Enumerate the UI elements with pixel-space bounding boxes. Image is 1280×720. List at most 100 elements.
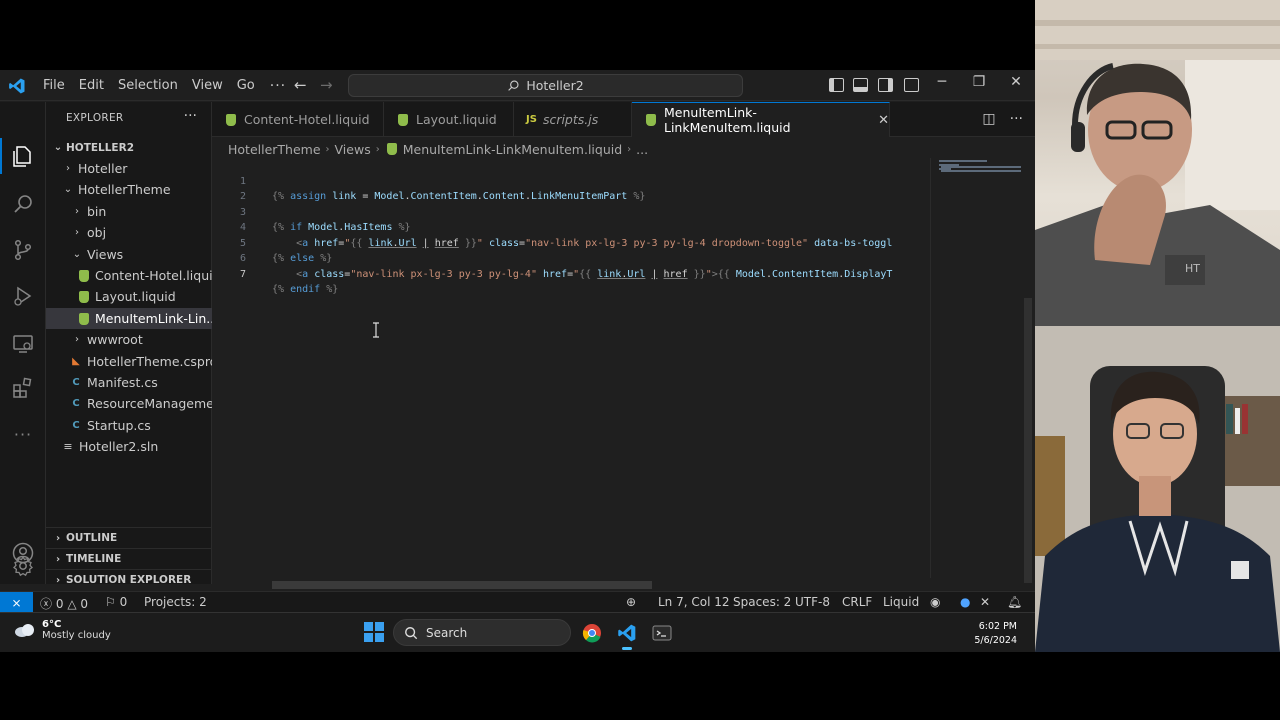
code-editor[interactable]: 1 {% assign link = Model.ContentItem.Con…: [212, 158, 930, 578]
run-debug-icon[interactable]: [9, 282, 37, 310]
minimap-line: [939, 160, 987, 162]
activity-bar: ···: [0, 102, 46, 584]
weather-widget[interactable]: 6°C Mostly cloudy: [14, 619, 111, 641]
cursor-position[interactable]: Ln 7, Col 12: [658, 595, 730, 609]
chrome-icon[interactable]: [580, 621, 604, 645]
encoding[interactable]: UTF-8: [795, 595, 830, 609]
tree-item-label: bin: [87, 204, 107, 219]
projects-indicator[interactable]: Projects: 2: [144, 595, 207, 609]
command-center-label: Hoteller2: [526, 78, 584, 93]
code-line: 7 {% endif %}: [212, 251, 930, 296]
tab-content-hotel[interactable]: Content-Hotel.liquid: [212, 102, 384, 137]
tab-layout[interactable]: Layout.liquid: [384, 102, 514, 137]
outline-panel-header[interactable]: › OUTLINE: [46, 527, 212, 548]
problems-indicator[interactable]: ⓧ 0 △ 0: [40, 595, 88, 612]
language-mode[interactable]: Liquid: [883, 595, 919, 609]
system-clock[interactable]: 6:02 PM 5/6/2024: [974, 620, 1017, 648]
toggle-primary-sidebar-icon[interactable]: [829, 78, 844, 92]
copilot-icon[interactable]: ◉: [930, 595, 940, 609]
warning-count: 0: [80, 597, 89, 611]
zoom-icon[interactable]: ⊕: [626, 595, 636, 609]
tree-item-label: Views: [87, 247, 124, 262]
windows-start-icon[interactable]: [364, 622, 384, 642]
scrollbar-thumb[interactable]: [1024, 298, 1032, 583]
tree-item-wwwroot[interactable]: › wwwroot: [46, 329, 212, 350]
vscode-window: File Edit Selection View Go ··· ← → Hote…: [0, 70, 1035, 615]
explorer-icon[interactable]: [9, 142, 37, 170]
taskbar-search[interactable]: Search: [393, 619, 571, 646]
back-arrow-icon[interactable]: ←: [294, 76, 307, 94]
tree-item-startup[interactable]: C Startup.cs: [46, 415, 212, 436]
breadcrumb-item[interactable]: ...: [636, 142, 648, 157]
tree-item-obj[interactable]: › obj: [46, 222, 212, 243]
breadcrumb-item[interactable]: Views: [335, 142, 371, 157]
vertical-scrollbar[interactable]: [1023, 158, 1033, 583]
info-indicator[interactable]: ⚐ 0: [105, 595, 127, 609]
tree-item-content-hotel[interactable]: Content-Hotel.liquid: [46, 265, 212, 286]
drop-icon[interactable]: ●: [960, 595, 970, 609]
close-icon[interactable]: ✕: [980, 595, 990, 609]
minimap-line: [941, 166, 1021, 168]
tree-item-hotellertheme[interactable]: ⌄ HotellerTheme: [46, 179, 212, 200]
manage-gear-icon[interactable]: [9, 552, 37, 580]
menu-edit[interactable]: Edit: [72, 70, 111, 101]
split-editor-icon[interactable]: ◫: [982, 111, 995, 127]
more-views-icon[interactable]: ···: [9, 420, 37, 448]
terminal-icon[interactable]: [650, 621, 674, 645]
tree-item-views[interactable]: ⌄ Views: [46, 244, 212, 265]
editor-more-icon[interactable]: ···: [1010, 111, 1023, 127]
tree-item-menuitemlink[interactable]: MenuItemLink-Lin...: [46, 308, 212, 329]
tree-item-csproj[interactable]: ◣ HotellerTheme.csproj: [46, 351, 212, 372]
menu-file[interactable]: File: [36, 70, 72, 101]
code-line: 6 <a class="nav-link px-lg-3 py-3 py-lg-…: [212, 236, 930, 280]
breadcrumb-item[interactable]: MenuItemLink-LinkMenuItem.liquid: [403, 142, 622, 157]
menu-selection[interactable]: Selection: [111, 70, 185, 101]
javascript-file-icon: JS: [526, 114, 537, 125]
tab-scripts[interactable]: JS scripts.js: [514, 102, 632, 137]
restore-icon[interactable]: ❐: [967, 74, 991, 90]
timeline-panel-header[interactable]: › TIMELINE: [46, 548, 212, 569]
end-of-line[interactable]: CRLF: [842, 595, 872, 609]
menu-go[interactable]: Go: [230, 70, 262, 101]
tree-item-bin[interactable]: › bin: [46, 201, 212, 222]
notifications-bell-icon[interactable]: 🔔︎: [1007, 595, 1022, 609]
remote-indicator-icon[interactable]: ⨯: [0, 591, 33, 614]
more-menu-icon[interactable]: ···: [262, 78, 294, 94]
search-view-icon[interactable]: [9, 190, 37, 218]
close-window-icon[interactable]: ✕: [1004, 74, 1028, 90]
tab-menuitemlink[interactable]: MenuItemLink-LinkMenuItem.liquid ✕: [632, 102, 890, 137]
solution-explorer-panel-header[interactable]: › SOLUTION EXPLORER: [46, 569, 212, 590]
toggle-panel-icon[interactable]: [853, 78, 868, 92]
vscode-taskbar-icon[interactable]: [615, 621, 639, 650]
code-line: 4 <a href="{{ link.Url | href }}" class=…: [212, 205, 930, 249]
customize-layout-icon[interactable]: [904, 78, 919, 92]
close-tab-icon[interactable]: ✕: [878, 113, 889, 128]
forward-arrow-icon[interactable]: →: [320, 76, 333, 94]
tree-item-hoteller[interactable]: › Hoteller: [46, 158, 212, 179]
csharp-file-icon: C: [72, 377, 80, 388]
tree-item-layout[interactable]: Layout.liquid: [46, 286, 212, 307]
horizontal-scrollbar[interactable]: [272, 581, 652, 589]
explorer-header: EXPLORER: [66, 112, 124, 124]
error-count: 0: [55, 597, 64, 611]
minimize-icon[interactable]: ─: [930, 74, 954, 90]
extensions-icon[interactable]: [9, 374, 37, 402]
remote-explorer-icon[interactable]: [9, 330, 37, 358]
toggle-secondary-sidebar-icon[interactable]: [878, 78, 893, 92]
tree-item-sln[interactable]: ≡ Hoteller2.sln: [46, 436, 212, 457]
indentation[interactable]: Spaces: 2: [733, 595, 791, 609]
status-bar: ⨯ ⓧ 0 △ 0 ⚐ 0 Projects: 2 ⊕ Ln 7, Col 12…: [0, 591, 1035, 614]
minimap[interactable]: [930, 158, 1023, 578]
tree-item-label: Layout.liquid: [95, 289, 176, 304]
source-control-icon[interactable]: [9, 236, 37, 264]
command-center-search[interactable]: Hoteller2: [348, 74, 743, 97]
tree-item-label: obj: [87, 225, 107, 240]
menu-view[interactable]: View: [185, 70, 230, 101]
tree-item-manifest[interactable]: C Manifest.cs: [46, 372, 212, 393]
workspace-root[interactable]: ⌄ HOTELLER2: [46, 137, 212, 158]
tab-label: Content-Hotel.liquid: [244, 112, 370, 127]
breadcrumb-item[interactable]: HotellerTheme: [228, 142, 321, 157]
liquid-file-icon: [224, 113, 238, 126]
tree-item-resourcemanagement[interactable]: C ResourceManageme...: [46, 393, 212, 414]
explorer-more-icon[interactable]: ···: [184, 108, 197, 124]
